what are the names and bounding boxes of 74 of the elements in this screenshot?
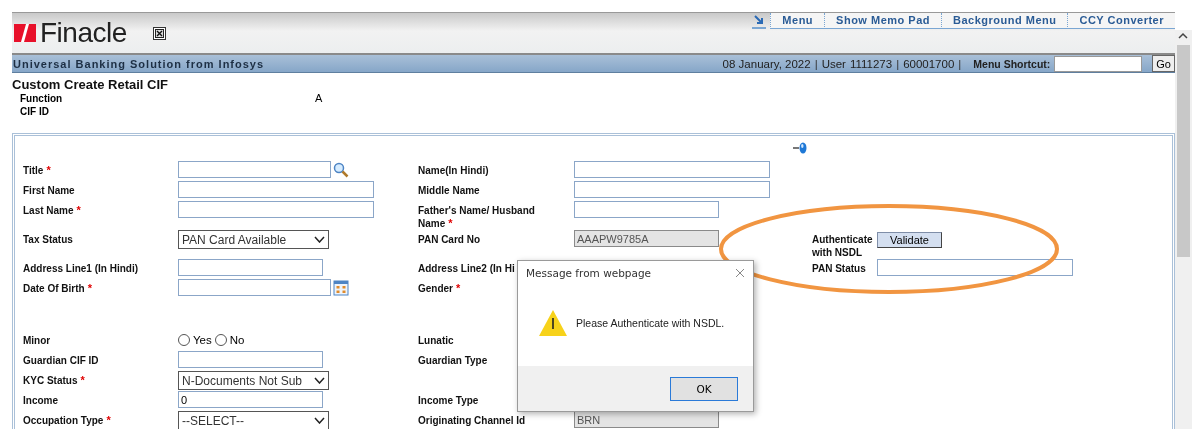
field-label: Name(In Hindi) xyxy=(418,164,489,177)
date-field[interactable] xyxy=(178,279,331,296)
text-field[interactable] xyxy=(178,351,323,368)
scroll-thumb[interactable] xyxy=(1177,45,1190,257)
caret-icon xyxy=(314,236,325,243)
field-label: Guardian Type xyxy=(418,354,488,367)
date-text: 08 January, 2022 xyxy=(722,57,811,70)
field-label: Title * xyxy=(23,163,51,177)
field-label: Date Of Birth * xyxy=(23,281,92,295)
dropdown[interactable]: PAN Card Available xyxy=(178,230,329,249)
logo-icon xyxy=(14,22,36,44)
dropdown[interactable]: N-Documents Not Sub xyxy=(178,371,329,390)
nav-link[interactable]: Show Memo Pad xyxy=(824,13,941,29)
ok-button[interactable]: OK xyxy=(670,376,738,401)
field-label: KYC Status * xyxy=(23,373,85,387)
field-label: Middle Name xyxy=(418,184,480,197)
info-label: Function xyxy=(20,92,64,105)
radio-label: Yes xyxy=(193,334,212,346)
field-label: Occupation Type * xyxy=(23,413,111,427)
field-label: Lunatic xyxy=(418,334,454,347)
field-label: Last Name * xyxy=(23,203,81,217)
field-label: PAN Status xyxy=(812,262,866,275)
separator: | xyxy=(896,57,900,70)
field-label: Authenticate with NSDL xyxy=(812,233,874,259)
text-field[interactable] xyxy=(178,201,374,218)
warning-icon xyxy=(538,308,568,337)
search-icon[interactable] xyxy=(333,161,349,178)
field-label: Tax Status xyxy=(23,233,73,246)
user-id: 1111273 xyxy=(849,57,893,70)
field-label: Address Line2 (In Hi xyxy=(418,262,515,275)
arrow-icon[interactable] xyxy=(752,13,767,29)
text-field[interactable] xyxy=(178,259,323,276)
nav-link[interactable]: CCY Converter xyxy=(1067,13,1175,29)
validate-button[interactable]: Validate xyxy=(877,232,942,248)
calendar-icon[interactable] xyxy=(333,279,349,296)
dialog-message: Please Authenticate with NSDL. xyxy=(576,316,725,329)
info-label: CIF ID xyxy=(20,105,50,118)
field-label: Address Line1 (In Hindi) xyxy=(23,262,138,275)
field-label: Gender * xyxy=(418,281,461,295)
nav-link[interactable]: Background Menu xyxy=(941,13,1068,29)
text-field[interactable] xyxy=(877,259,1073,276)
caret-icon xyxy=(314,417,325,424)
text-field[interactable] xyxy=(574,181,770,198)
field-label: PAN Card No xyxy=(418,233,481,246)
branch-id: 60001700 xyxy=(903,57,955,70)
separator: | xyxy=(958,57,962,70)
nav-link[interactable]: Menu xyxy=(770,13,825,29)
text-field[interactable] xyxy=(574,201,719,218)
field-label: Originating Channel Id xyxy=(418,414,526,427)
field-label: Income Type xyxy=(418,394,479,407)
shortcut-field[interactable] xyxy=(1054,55,1143,72)
text-field[interactable]: 0 xyxy=(178,391,323,408)
text-field[interactable] xyxy=(178,161,331,178)
tagline: Universal Banking Solution from Infosys xyxy=(13,57,265,70)
help-icon[interactable] xyxy=(793,142,807,154)
shortcut-label: Menu Shortcut: xyxy=(973,57,1051,70)
field-label: Guardian CIF ID xyxy=(23,354,99,367)
separator: | xyxy=(814,57,818,70)
caret-icon xyxy=(314,377,325,384)
field-label: First Name xyxy=(23,184,75,197)
dropdown[interactable]: --SELECT-- xyxy=(178,411,329,429)
close-icon[interactable] xyxy=(152,26,166,40)
dialog-title: Message from webpage xyxy=(526,267,652,279)
field-label: Income xyxy=(23,394,58,407)
text-field[interactable] xyxy=(574,161,770,178)
text-field[interactable] xyxy=(178,181,374,198)
user-label: User xyxy=(821,57,846,70)
field-label: Father's Name/ Husband Name * xyxy=(418,204,536,230)
radio-label: No xyxy=(229,334,245,346)
logo-text: Finacle xyxy=(40,17,127,49)
field-label: Minor xyxy=(23,334,51,347)
page-title: Custom Create Retail CIF xyxy=(12,77,170,92)
info-value: A xyxy=(315,92,324,105)
go-button[interactable]: Go xyxy=(1152,55,1175,72)
